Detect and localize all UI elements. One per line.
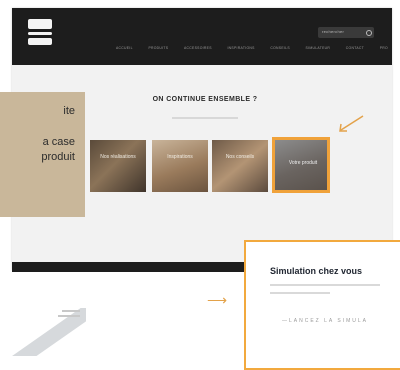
nav-item-accessoires[interactable]: ACCESSOIRES bbox=[184, 46, 212, 54]
section-subtitle bbox=[172, 117, 238, 119]
annotation-line-1: ite bbox=[63, 105, 75, 117]
tile-label: Nos réalisations bbox=[100, 154, 136, 160]
search-placeholder: rechercher bbox=[322, 29, 345, 34]
simulation-text bbox=[270, 292, 330, 294]
nav-item-contact[interactable]: CONTACT bbox=[346, 46, 364, 54]
simulation-title: Simulation chez vous bbox=[270, 266, 363, 276]
pointer-arrow-icon bbox=[339, 115, 364, 132]
nav-item-inspirations[interactable]: INSPIRATIONS bbox=[227, 46, 254, 54]
search-icon[interactable] bbox=[366, 30, 372, 36]
product-thumbnail bbox=[0, 308, 86, 356]
simulation-card[interactable]: Simulation chez vous —LANCEZ LA SIMULA bbox=[244, 240, 400, 370]
brand-logo[interactable] bbox=[28, 19, 52, 45]
simulation-text bbox=[270, 284, 380, 286]
nav-item-produits[interactable]: PRODUITS bbox=[148, 46, 168, 54]
tile-inspirations[interactable]: Inspirations bbox=[152, 140, 208, 192]
tile-label: Nos conseils bbox=[225, 154, 255, 160]
search-input[interactable]: rechercher bbox=[318, 27, 374, 38]
top-nav: rechercher ACCUEIL PRODUITS ACCESSOIRES … bbox=[12, 8, 392, 65]
nav-item-simulateur[interactable]: SIMULATEUR bbox=[306, 46, 331, 54]
launch-simulation-link[interactable]: —LANCEZ LA SIMULA bbox=[282, 318, 368, 324]
tile-label: Inspirations bbox=[167, 154, 193, 160]
section-title: ON CONTINUE ENSEMBLE ? bbox=[152, 96, 258, 103]
arrow-right-icon: ⟶ bbox=[207, 292, 228, 308]
nav-item-accueil[interactable]: ACCUEIL bbox=[116, 46, 133, 54]
tile-conseils[interactable]: Nos conseils bbox=[212, 140, 268, 192]
tile-realisations[interactable]: Nos réalisations bbox=[90, 140, 146, 192]
annotation-line-2: a case bbox=[42, 136, 75, 148]
tile-label: Votre produit bbox=[288, 160, 318, 166]
nav-item-pro[interactable]: PRO bbox=[380, 46, 388, 54]
tile-product-highlighted[interactable]: Votre produit bbox=[272, 137, 330, 193]
annotation-line-3: produit bbox=[41, 151, 75, 163]
nav-menu: ACCUEIL PRODUITS ACCESSOIRES INSPIRATION… bbox=[116, 46, 388, 54]
annotation-panel: ite a case produit bbox=[0, 92, 85, 217]
nav-item-conseils[interactable]: CONSEILS bbox=[270, 46, 290, 54]
